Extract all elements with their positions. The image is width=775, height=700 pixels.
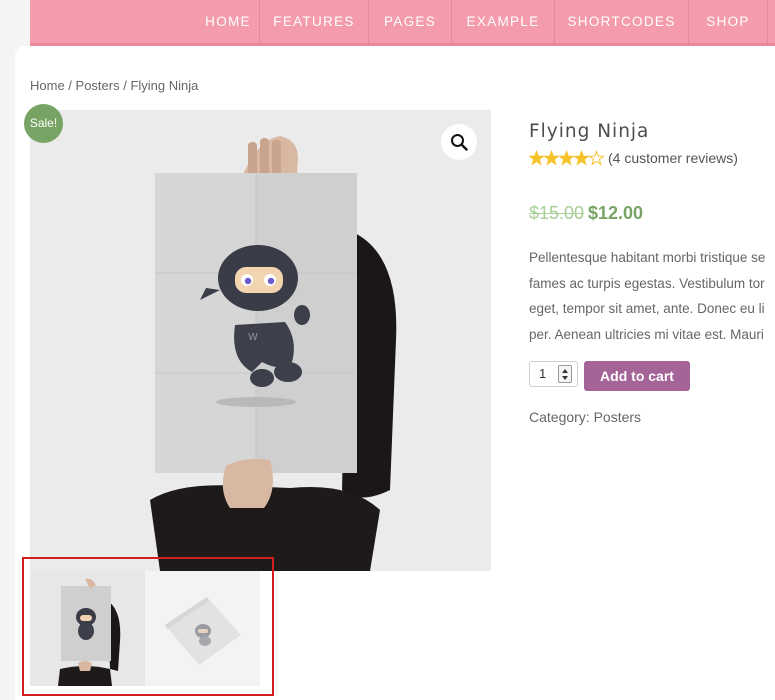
nav-item-features[interactable]: FEATURES xyxy=(260,0,368,43)
category-label: Category: xyxy=(529,409,594,425)
breadcrumb-home-link[interactable]: Home xyxy=(30,78,65,93)
magnifier-icon xyxy=(451,134,468,151)
stepper-down-icon[interactable] xyxy=(562,376,568,380)
product-title: Flying Ninja xyxy=(529,121,650,142)
breadcrumb-separator: / xyxy=(119,78,131,93)
description-line: Pellentesque habitant morbi tristique se xyxy=(529,250,766,265)
star-icon xyxy=(558,150,575,166)
star-icon xyxy=(529,150,545,166)
product-thumbnail[interactable] xyxy=(30,571,145,686)
sale-badge: Sale! xyxy=(24,104,63,143)
zoom-button[interactable] xyxy=(441,124,477,160)
thumbnail-poster-held xyxy=(30,571,145,686)
svg-text:W: W xyxy=(248,332,258,343)
nav-item-pages[interactable]: PAGES xyxy=(369,0,451,43)
add-to-cart-button[interactable]: Add to cart xyxy=(584,361,690,391)
product-category: Category: Posters xyxy=(529,409,641,425)
customer-reviews-link[interactable]: (4 customer reviews) xyxy=(608,150,738,166)
category-link[interactable]: Posters xyxy=(594,409,641,425)
breadcrumb-current: Flying Ninja xyxy=(130,78,199,93)
product-main-image[interactable]: W xyxy=(30,110,491,571)
regular-price: $15.00 xyxy=(529,203,585,223)
stepper-up-icon[interactable] xyxy=(562,369,568,373)
quantity-stepper[interactable] xyxy=(558,365,572,383)
star-icon xyxy=(573,150,590,166)
sale-price: $12.00 xyxy=(588,203,644,223)
quantity-input[interactable]: 1 xyxy=(529,361,578,387)
breadcrumb: Home / Posters / Flying Ninja xyxy=(30,78,198,93)
description-line: fames ac turpis egestas. Vestibulum tor xyxy=(529,275,765,291)
poster-photo: W xyxy=(30,110,491,571)
star-rating xyxy=(529,150,605,166)
quantity-value[interactable]: 1 xyxy=(539,366,546,381)
description-line: eget, tempor sit amet, ante. Donec eu li xyxy=(529,301,765,316)
star-icon xyxy=(543,150,560,166)
product-thumbnail[interactable] xyxy=(145,571,260,686)
nav-item-example[interactable]: EXAMPLE xyxy=(452,0,554,43)
nav-item-home[interactable]: HOME xyxy=(197,0,259,43)
description-line: per. Aenean ultricies mi vitae est. Maur… xyxy=(529,326,764,342)
nav-item-shortcodes[interactable]: SHORTCODES xyxy=(555,0,688,43)
top-navigation: HOME FEATURES PAGES EXAMPLE SHORTCODES S… xyxy=(30,0,775,46)
product-short-description: Pellentesque habitant morbi tristique se… xyxy=(529,245,775,347)
breadcrumb-category-link[interactable]: Posters xyxy=(76,78,120,93)
star-icon xyxy=(588,150,605,166)
nav-divider xyxy=(767,0,768,43)
nav-item-shop[interactable]: SHOP xyxy=(689,0,767,43)
breadcrumb-separator: / xyxy=(64,78,76,93)
thumbnail-poster-flat xyxy=(145,571,260,686)
